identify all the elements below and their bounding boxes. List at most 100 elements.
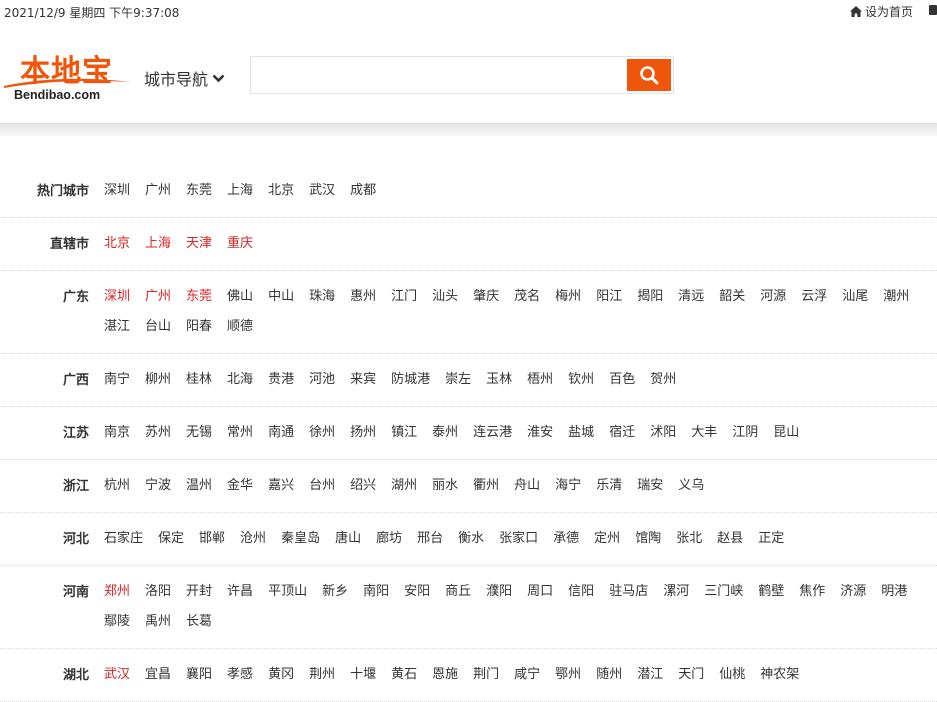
city-link[interactable]: 重庆: [227, 229, 253, 259]
city-link[interactable]: 佛山: [227, 282, 253, 312]
city-link[interactable]: 衡水: [458, 524, 484, 554]
city-link[interactable]: 惠州: [350, 282, 376, 312]
city-link[interactable]: 清远: [678, 282, 704, 312]
city-link[interactable]: 三门峡: [704, 577, 743, 607]
city-link[interactable]: 张北: [676, 524, 702, 554]
city-link[interactable]: 崇左: [445, 365, 471, 395]
city-link[interactable]: 揭阳: [637, 282, 663, 312]
city-link[interactable]: 广州: [145, 282, 171, 312]
city-link[interactable]: 苏州: [145, 418, 171, 448]
city-link[interactable]: 顺德: [227, 312, 253, 342]
city-link[interactable]: 海宁: [555, 471, 581, 501]
city-link[interactable]: 深圳: [104, 176, 130, 206]
city-link[interactable]: 衢州: [473, 471, 499, 501]
city-nav-dropdown[interactable]: 城市导航: [144, 66, 225, 90]
city-link[interactable]: 武汉: [309, 176, 335, 206]
city-link[interactable]: 湛江: [104, 312, 130, 342]
city-link[interactable]: 潮州: [883, 282, 909, 312]
city-link[interactable]: 鹤壁: [758, 577, 784, 607]
site-logo[interactable]: 本地宝 Bendibao.com: [2, 46, 132, 104]
city-link[interactable]: 珠海: [309, 282, 335, 312]
city-link[interactable]: 成都: [350, 176, 376, 206]
city-link[interactable]: 廊坊: [376, 524, 402, 554]
city-link[interactable]: 湖州: [391, 471, 417, 501]
city-link[interactable]: 沭阳: [650, 418, 676, 448]
city-link[interactable]: 保定: [158, 524, 184, 554]
city-link[interactable]: 北京: [268, 176, 294, 206]
city-link[interactable]: 邢台: [417, 524, 443, 554]
city-link[interactable]: 大丰: [691, 418, 717, 448]
city-link[interactable]: 瑞安: [637, 471, 663, 501]
city-link[interactable]: 韶关: [719, 282, 745, 312]
city-link[interactable]: 玉林: [486, 365, 512, 395]
city-link[interactable]: 洛阳: [145, 577, 171, 607]
city-link[interactable]: 郑州: [104, 577, 130, 607]
city-link[interactable]: 广州: [145, 176, 171, 206]
city-link[interactable]: 台州: [309, 471, 335, 501]
city-link[interactable]: 周口: [527, 577, 553, 607]
city-link[interactable]: 东莞: [186, 176, 212, 206]
city-link[interactable]: 嘉兴: [268, 471, 294, 501]
city-link[interactable]: 东莞: [186, 282, 212, 312]
city-link[interactable]: 贵港: [268, 365, 294, 395]
city-link[interactable]: 潜江: [637, 660, 663, 690]
city-link[interactable]: 十堰: [350, 660, 376, 690]
city-link[interactable]: 长葛: [186, 607, 212, 637]
city-link[interactable]: 云浮: [801, 282, 827, 312]
city-link[interactable]: 秦皇岛: [281, 524, 320, 554]
city-link[interactable]: 镇江: [391, 418, 417, 448]
city-link[interactable]: 正定: [758, 524, 784, 554]
city-link[interactable]: 河池: [309, 365, 335, 395]
city-link[interactable]: 昆山: [773, 418, 799, 448]
city-link[interactable]: 江阴: [732, 418, 758, 448]
city-link[interactable]: 武汉: [104, 660, 130, 690]
city-link[interactable]: 天门: [678, 660, 704, 690]
city-link[interactable]: 金华: [227, 471, 253, 501]
city-link[interactable]: 江门: [391, 282, 417, 312]
city-link[interactable]: 安阳: [404, 577, 430, 607]
city-link[interactable]: 邯郸: [199, 524, 225, 554]
city-link[interactable]: 赵县: [717, 524, 743, 554]
city-link[interactable]: 南京: [104, 418, 130, 448]
city-link[interactable]: 宿迁: [609, 418, 635, 448]
search-button[interactable]: [627, 59, 671, 91]
city-link[interactable]: 丽水: [432, 471, 458, 501]
city-link[interactable]: 无锡: [186, 418, 212, 448]
city-link[interactable]: 宜昌: [145, 660, 171, 690]
city-link[interactable]: 上海: [227, 176, 253, 206]
city-link[interactable]: 济源: [840, 577, 866, 607]
city-link[interactable]: 台山: [145, 312, 171, 342]
city-link[interactable]: 襄阳: [186, 660, 212, 690]
city-link[interactable]: 神农架: [760, 660, 799, 690]
city-link[interactable]: 新乡: [322, 577, 348, 607]
city-link[interactable]: 桂林: [186, 365, 212, 395]
city-link[interactable]: 定州: [594, 524, 620, 554]
city-link[interactable]: 柳州: [145, 365, 171, 395]
city-link[interactable]: 随州: [596, 660, 622, 690]
city-link[interactable]: 扬州: [350, 418, 376, 448]
city-link[interactable]: 舟山: [514, 471, 540, 501]
city-link[interactable]: 淮安: [527, 418, 553, 448]
city-link[interactable]: 贺州: [650, 365, 676, 395]
city-link[interactable]: 百色: [609, 365, 635, 395]
city-link[interactable]: 平顶山: [268, 577, 307, 607]
city-link[interactable]: 咸宁: [514, 660, 540, 690]
city-link[interactable]: 张家口: [499, 524, 538, 554]
city-link[interactable]: 禹州: [145, 607, 171, 637]
city-link[interactable]: 泰州: [432, 418, 458, 448]
city-link[interactable]: 汕尾: [842, 282, 868, 312]
city-link[interactable]: 肇庆: [473, 282, 499, 312]
city-link[interactable]: 盐城: [568, 418, 594, 448]
city-link[interactable]: 仙桃: [719, 660, 745, 690]
city-link[interactable]: 明港: [881, 577, 907, 607]
city-link[interactable]: 河源: [760, 282, 786, 312]
city-link[interactable]: 石家庄: [104, 524, 143, 554]
set-homepage-link[interactable]: 设为首页: [849, 3, 913, 20]
city-link[interactable]: 温州: [186, 471, 212, 501]
city-link[interactable]: 杭州: [104, 471, 130, 501]
city-link[interactable]: 焦作: [799, 577, 825, 607]
search-input[interactable]: [251, 57, 627, 93]
city-link[interactable]: 中山: [268, 282, 294, 312]
city-link[interactable]: 钦州: [568, 365, 594, 395]
city-link[interactable]: 荆州: [309, 660, 335, 690]
